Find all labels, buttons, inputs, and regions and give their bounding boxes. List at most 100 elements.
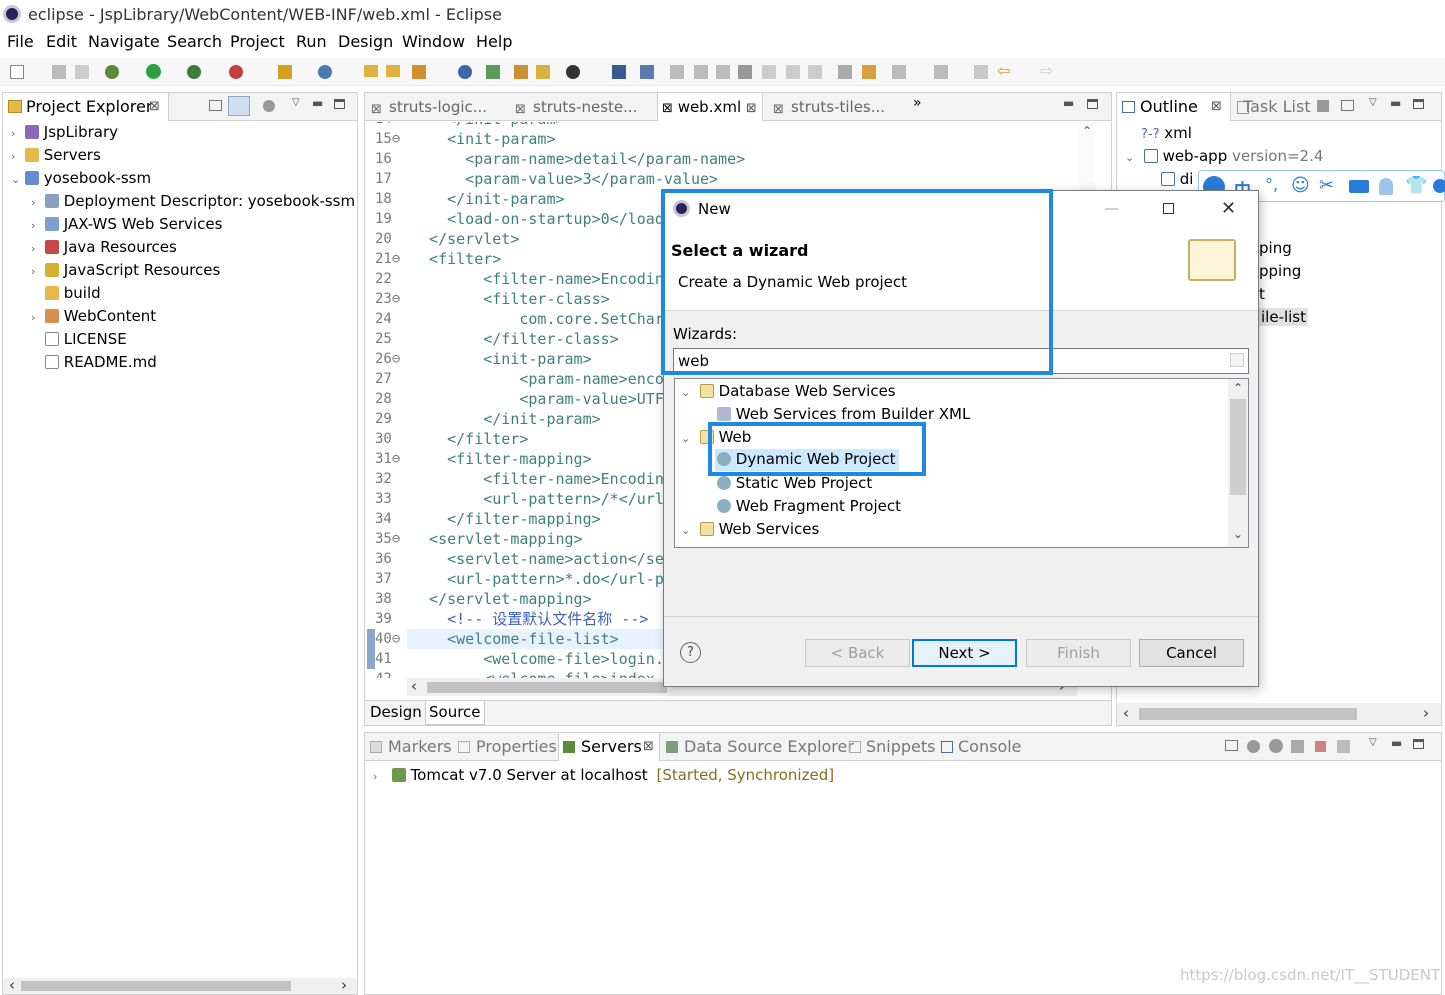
ime-emoji-icon[interactable]: ☺ bbox=[1291, 175, 1310, 196]
step-into-icon[interactable] bbox=[762, 65, 776, 79]
ime-person-icon[interactable] bbox=[1379, 178, 1393, 195]
ime-skin-icon[interactable]: 👕 bbox=[1405, 175, 1427, 196]
menu-search[interactable]: Search bbox=[167, 32, 222, 51]
tree-item-readme[interactable]: README.md bbox=[31, 353, 157, 371]
tab-struts-nested[interactable]: ⊠ struts-neste... bbox=[515, 94, 637, 120]
tab-snippets[interactable]: Snippets bbox=[866, 737, 936, 756]
tab-source[interactable]: Source bbox=[425, 701, 485, 725]
tab-design[interactable]: Design bbox=[370, 703, 422, 721]
annotation-icon[interactable] bbox=[536, 65, 550, 79]
ime-scissors-icon[interactable]: ✂ bbox=[1319, 175, 1334, 196]
minimize-icon[interactable]: ▬ bbox=[312, 96, 323, 110]
tree-item-static-web-project[interactable]: Static Web Project bbox=[717, 474, 872, 492]
clear-filter-icon[interactable] bbox=[1230, 353, 1244, 367]
profile-icon[interactable] bbox=[566, 65, 580, 79]
outline-partial-selected[interactable]: ile-list bbox=[1259, 308, 1309, 326]
sort-icon[interactable] bbox=[1317, 100, 1329, 112]
maximize-icon[interactable] bbox=[1413, 99, 1424, 109]
menu-edit[interactable]: Edit bbox=[46, 32, 77, 51]
tree-item-jaxws[interactable]: › JAX-WS Web Services bbox=[31, 215, 222, 233]
scroll-thumb[interactable] bbox=[1139, 708, 1357, 720]
tab-markers[interactable]: Markers bbox=[388, 737, 452, 756]
step-return-icon[interactable] bbox=[808, 65, 822, 79]
tab-struts-logic[interactable]: ⊠ struts-logic... bbox=[371, 94, 487, 120]
ant-icon[interactable] bbox=[486, 65, 500, 79]
cancel-button[interactable]: Cancel bbox=[1139, 639, 1244, 667]
stop-server-icon[interactable] bbox=[1315, 741, 1326, 752]
minimize-icon[interactable]: ▬ bbox=[1391, 736, 1402, 750]
disconnect-icon[interactable] bbox=[738, 65, 752, 79]
collapse-all-icon[interactable] bbox=[209, 100, 222, 111]
scroll-up-icon[interactable]: ⌃ bbox=[1233, 381, 1243, 395]
server-row[interactable]: › Tomcat v7.0 Server at localhost [Start… bbox=[373, 766, 834, 784]
view-menu-icon[interactable]: ▽ bbox=[292, 97, 300, 108]
outline-item-web-app[interactable]: ⌄ web-app version=2.4 bbox=[1125, 147, 1323, 165]
tree-item-deployment-descriptor[interactable]: › Deployment Descriptor: yosebook-ssm bbox=[31, 192, 355, 210]
menu-navigate[interactable]: Navigate bbox=[88, 32, 160, 51]
minimize-icon[interactable]: ▬ bbox=[1063, 96, 1074, 110]
tab-console[interactable]: Console bbox=[958, 737, 1022, 756]
menu-project[interactable]: Project bbox=[230, 32, 285, 51]
tree-item-web-services-builder-xml[interactable]: Web Services from Builder XML bbox=[717, 405, 970, 423]
tree-item-build[interactable]: build bbox=[31, 284, 101, 302]
tree-item-jsplibrary[interactable]: › JspLibrary bbox=[11, 123, 118, 141]
debug-server-icon[interactable] bbox=[1247, 740, 1260, 753]
close-icon[interactable]: ⊠ bbox=[643, 739, 654, 754]
forward-arrow-icon[interactable]: ⇨ bbox=[1040, 63, 1053, 79]
close-icon[interactable]: ⊠ bbox=[1211, 99, 1222, 114]
back-arrow-icon[interactable]: ⇦ bbox=[997, 63, 1010, 79]
new-server-icon[interactable] bbox=[278, 65, 292, 79]
menu-window[interactable]: Window bbox=[402, 32, 465, 51]
scroll-right-icon[interactable]: › bbox=[341, 976, 347, 994]
save-icon[interactable] bbox=[52, 65, 66, 79]
close-window-button[interactable]: ✕ bbox=[1221, 198, 1236, 219]
close-icon[interactable]: ⊠ bbox=[149, 99, 160, 114]
ime-keyboard-icon[interactable] bbox=[1349, 180, 1369, 193]
tab-servers[interactable]: Servers ⊠ bbox=[558, 733, 660, 761]
filter-icon[interactable] bbox=[263, 100, 275, 112]
run-server-icon[interactable] bbox=[187, 65, 201, 79]
tree-item-servers[interactable]: › Servers bbox=[11, 146, 101, 164]
tab-struts-tiles[interactable]: ⊠ struts-tiles... bbox=[773, 94, 885, 120]
next-annotation-icon[interactable] bbox=[892, 65, 906, 79]
horizontal-scrollbar[interactable]: ‹ › bbox=[3, 976, 357, 994]
new-class-icon[interactable] bbox=[318, 65, 332, 79]
profile-server-icon[interactable] bbox=[1291, 740, 1304, 753]
toggle-mark-icon[interactable] bbox=[838, 65, 852, 79]
outline-item-display-name[interactable]: di bbox=[1161, 170, 1193, 188]
tree-vscrollbar[interactable]: ⌃ ⌄ bbox=[1228, 379, 1248, 547]
back-button[interactable]: < Back bbox=[805, 639, 910, 667]
scroll-left-icon[interactable]: ‹ bbox=[9, 976, 15, 994]
link-editor-icon[interactable] bbox=[228, 96, 250, 116]
console-icon[interactable] bbox=[612, 65, 626, 79]
menu-help[interactable]: Help bbox=[476, 32, 512, 51]
start-server-icon[interactable] bbox=[1269, 739, 1283, 753]
collapse-all-icon[interactable] bbox=[1225, 740, 1238, 751]
search-icon[interactable] bbox=[412, 65, 426, 79]
skip-breakpoints-icon[interactable] bbox=[640, 65, 654, 79]
scroll-left-icon[interactable]: ‹ bbox=[411, 677, 417, 695]
tree-item-database-web-services[interactable]: ⌄ Database Web Services bbox=[681, 382, 896, 400]
outline-tab[interactable]: Outline ⊠ bbox=[1117, 93, 1231, 121]
next-button[interactable]: Next > bbox=[912, 639, 1017, 667]
maximize-icon[interactable] bbox=[334, 99, 345, 109]
maximize-icon[interactable] bbox=[1413, 739, 1424, 749]
last-edit-icon[interactable] bbox=[974, 65, 988, 79]
tree-item-javascript-resources[interactable]: › JavaScript Resources bbox=[31, 261, 220, 279]
external-tools-icon[interactable] bbox=[229, 65, 243, 79]
tab-overflow-icon[interactable]: » bbox=[913, 95, 922, 111]
scroll-thumb[interactable] bbox=[21, 981, 291, 991]
scroll-left-icon[interactable]: ‹ bbox=[1123, 704, 1129, 722]
open-resource-icon[interactable] bbox=[386, 65, 400, 77]
ime-punct-icon[interactable]: °, bbox=[1265, 175, 1278, 194]
prev-annotation-icon[interactable] bbox=[934, 65, 948, 79]
project-explorer-tab[interactable]: Project Explorer ⊠ bbox=[3, 93, 169, 121]
outline-hscrollbar[interactable]: ‹ › bbox=[1117, 703, 1441, 725]
scroll-thumb[interactable] bbox=[427, 682, 667, 693]
finish-button[interactable]: Finish bbox=[1026, 639, 1131, 667]
run-icon[interactable] bbox=[146, 64, 161, 79]
ime-settings-icon[interactable] bbox=[1433, 179, 1445, 193]
task-list-tab[interactable]: Task List bbox=[1243, 97, 1311, 116]
new-icon[interactable] bbox=[10, 65, 24, 79]
scroll-up-icon[interactable]: ⌃ bbox=[1082, 124, 1092, 138]
